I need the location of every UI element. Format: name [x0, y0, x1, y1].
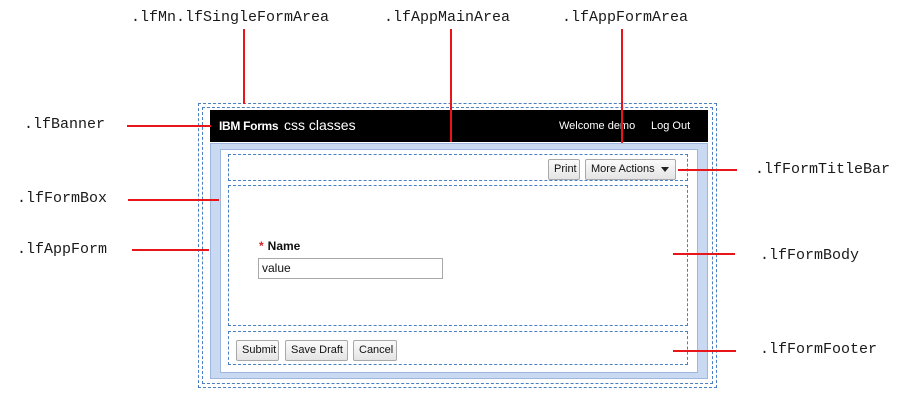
more-actions-label: More Actions — [591, 163, 655, 175]
welcome-text: Welcome demo — [559, 120, 636, 132]
submit-button[interactable]: Submit — [236, 340, 279, 361]
callout-form-box: .lfFormBox — [17, 190, 108, 207]
name-input[interactable]: value — [258, 258, 443, 279]
form-body — [228, 185, 688, 326]
callout-form-title-bar: .lfFormTitleBar — [755, 161, 891, 178]
leader-form-footer — [673, 350, 736, 352]
callout-app-main-area: .lfAppMainArea — [384, 9, 511, 26]
more-actions-button[interactable]: More Actions — [585, 159, 676, 180]
save-draft-button[interactable]: Save Draft — [285, 340, 348, 361]
callout-single-form-area: .lfMn.lfSingleFormArea — [131, 9, 330, 26]
chevron-down-icon — [660, 166, 669, 172]
name-label-text: Name — [267, 239, 301, 253]
callout-form-footer: .lfFormFooter — [760, 341, 878, 358]
leader-single-form-area — [243, 29, 245, 104]
logout-link[interactable]: Log Out — [651, 120, 690, 132]
print-button[interactable]: Print — [548, 159, 580, 180]
leader-form-body — [673, 253, 735, 255]
callout-form-body: .lfFormBody — [760, 247, 860, 264]
leader-app-form — [132, 249, 209, 251]
leader-app-form-area — [621, 29, 623, 143]
callout-app-form-area: .lfAppFormArea — [562, 9, 689, 26]
brand-logo: IBM Forms — [219, 119, 279, 133]
leader-form-box — [128, 199, 219, 201]
callout-app-form: .lfAppForm — [17, 241, 108, 258]
name-field-label: * Name — [259, 239, 300, 253]
cancel-button[interactable]: Cancel — [353, 340, 397, 361]
leader-app-main-area — [450, 29, 452, 142]
required-marker: * — [259, 239, 264, 253]
callout-banner: .lfBanner — [24, 116, 106, 133]
leader-banner — [127, 125, 211, 127]
leader-form-title-bar — [678, 169, 737, 171]
app-title: css classes — [284, 117, 356, 133]
banner: IBM Forms css classes Welcome demo Log O… — [210, 110, 708, 142]
